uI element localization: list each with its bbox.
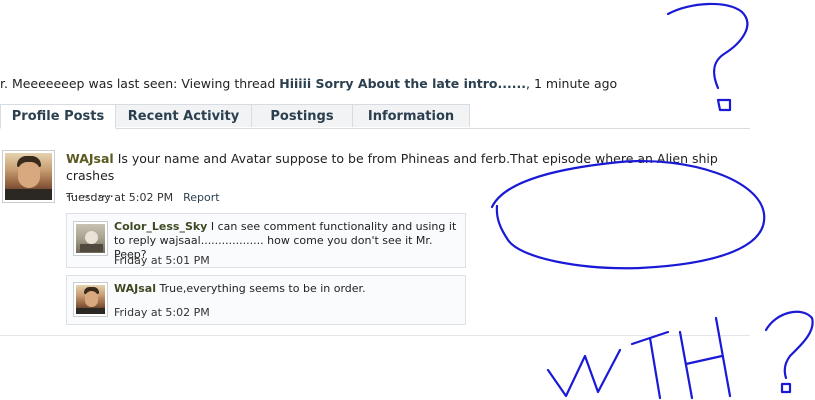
comment-2: WAJsal True,everything seems to be in or… xyxy=(66,275,466,325)
comment-body: True,everything seems to be in order. xyxy=(156,282,366,295)
report-link[interactable]: Report xyxy=(183,191,219,204)
last-seen-thread-link[interactable]: Hiiiii Sorry About the late intro...... xyxy=(279,76,526,91)
post-author-link[interactable]: WAJsal xyxy=(66,151,114,166)
post-meta: Tuesday at 5:02 PM Report xyxy=(66,191,220,204)
question-mark-top xyxy=(666,2,749,90)
comment-author-link[interactable]: WAJsal xyxy=(114,282,156,295)
avatar[interactable] xyxy=(73,282,108,317)
question-mark-bottom xyxy=(764,310,814,380)
post-timestamp[interactable]: Tuesday at 5:02 PM xyxy=(66,191,173,204)
last-seen-prefix: r. Meeeeeeep was last seen: Viewing thre… xyxy=(0,76,280,91)
question-mark-bottom-dot xyxy=(780,382,792,394)
last-seen-line: r. Meeeeeeep was last seen: Viewing thre… xyxy=(0,76,617,91)
tab-profile-posts[interactable]: Profile Posts xyxy=(0,104,116,129)
letter-w xyxy=(546,348,622,398)
comment-author-link[interactable]: Color_Less_Sky xyxy=(114,220,207,233)
comment-text: WAJsal True,everything seems to be in or… xyxy=(114,282,459,296)
comment-timestamp[interactable]: Friday at 5:01 PM xyxy=(114,254,210,267)
tab-information[interactable]: Information xyxy=(352,104,470,127)
avatar[interactable] xyxy=(73,221,108,256)
comment-1: Color_Less_Sky I can see comment functio… xyxy=(66,213,466,268)
letter-t xyxy=(630,330,670,400)
avatar[interactable] xyxy=(2,150,55,203)
profile-posts-panel: WAJsal Is your name and Avatar suppose t… xyxy=(0,140,750,336)
comment-timestamp[interactable]: Friday at 5:02 PM xyxy=(114,306,210,319)
last-seen-suffix: , 1 minute ago xyxy=(526,76,618,91)
profile-tabs: Profile Posts Recent Activity Postings I… xyxy=(0,104,750,129)
tab-recent-activity[interactable]: Recent Activity xyxy=(115,104,252,127)
post-body: Is your name and Avatar suppose to be fr… xyxy=(66,151,718,183)
tab-postings[interactable]: Postings xyxy=(251,104,353,127)
